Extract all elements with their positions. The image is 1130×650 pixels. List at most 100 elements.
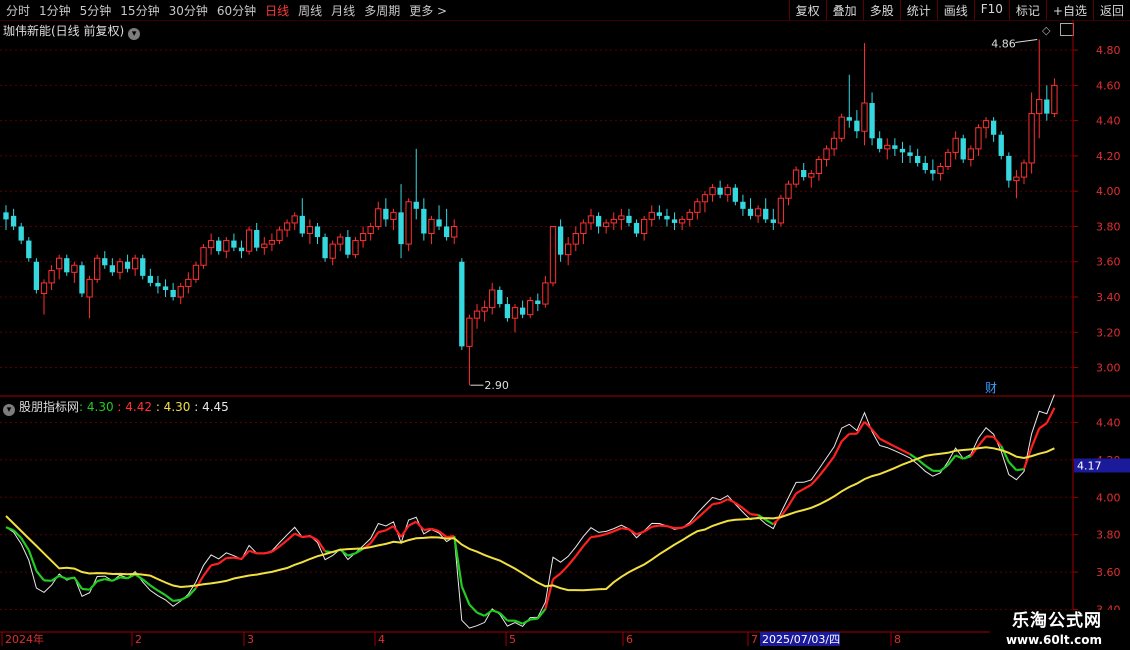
indicator-y-tick-label: 4.00 (1096, 491, 1121, 504)
indicator-fast-segment (955, 454, 964, 460)
period-9[interactable]: 多周期 (364, 2, 400, 19)
period-1[interactable]: 1分钟 (39, 2, 71, 19)
indicator-value-4: : 4.45 (194, 400, 229, 414)
candle-body-up (952, 137, 959, 153)
chart-canvas[interactable]: 4.80 4.60 4.40 4.20 4.00 3.80 3.60 3.40 3.20 3.00… (0, 0, 1130, 650)
panel-toggle-icon[interactable] (1060, 23, 1074, 36)
candle-body-up (192, 264, 200, 280)
indicator-fast-segment (483, 609, 493, 617)
period-6[interactable]: 日线 (265, 2, 289, 19)
candle-body-up (754, 208, 762, 217)
main-y-tick-label: 3.80 (1096, 220, 1121, 233)
diamond-icon[interactable]: ◇ (1042, 24, 1050, 37)
candle-body-up (785, 183, 792, 199)
watermark-url: www.60lt.com (1005, 633, 1102, 647)
main-y-tick-label: 3.60 (1096, 256, 1121, 269)
candle-body-down (459, 261, 465, 347)
candle-body-up (701, 194, 709, 203)
candle-body-up (603, 222, 610, 227)
candle-body-down (314, 226, 321, 238)
indicator-y-tick-label: 4.40 (1096, 416, 1121, 429)
candle-body-up (792, 169, 800, 185)
chevron-down-icon[interactable]: ▾ (128, 28, 141, 40)
indicator-fast-segment (840, 433, 851, 443)
candle-body-up (618, 215, 625, 220)
period-0[interactable]: 分时 (6, 2, 30, 19)
candle-body-up (489, 289, 496, 309)
candle-body-up (94, 257, 101, 280)
candle-body-up (200, 247, 207, 266)
candle-body-down (595, 215, 602, 227)
indicator-fast-segment (712, 501, 721, 506)
candle-body-up (185, 278, 192, 287)
candle-body-up (572, 233, 579, 245)
candle-body-up (473, 310, 481, 319)
candle-body-up (944, 151, 952, 168)
candle-body-down (254, 229, 260, 248)
indicator-fast-segment (218, 557, 227, 565)
indicator-fast-segment (194, 575, 205, 589)
indicator-fast-segment (522, 618, 531, 625)
candle-body-down (102, 258, 108, 266)
candle-body-down (557, 226, 564, 255)
x-label: 8 (894, 633, 901, 646)
tool-button-4[interactable]: 画线 (936, 0, 974, 20)
indicator-fast-segment (491, 609, 501, 615)
indicator-fast-segment (81, 587, 90, 591)
tool-button-2[interactable]: 多股 (862, 0, 900, 20)
event-marker: 财 (985, 381, 997, 395)
period-8[interactable]: 月线 (331, 2, 355, 19)
indicator-fast-segment (400, 524, 410, 538)
chevron-down-icon[interactable]: ▾ (3, 404, 15, 416)
candle-body-down (535, 300, 541, 305)
indicator-fast-segment (460, 586, 471, 606)
tool-button-6[interactable]: 标记 (1008, 0, 1046, 20)
tool-button-8[interactable]: 返回 (1092, 0, 1130, 20)
indicator-fast-segment (574, 545, 585, 557)
indicator-fast-segment (271, 545, 281, 553)
current-value-label: 4.17 (1077, 459, 1102, 472)
candle-body-down (504, 304, 511, 319)
indicator-fast-segment (202, 564, 213, 577)
period-5[interactable]: 60分钟 (217, 2, 256, 19)
candle-body-up (678, 218, 686, 224)
indicator-fast-segment (719, 498, 729, 504)
period-10[interactable]: 更多 > (409, 2, 447, 19)
indicator-fast-segment (1022, 447, 1033, 470)
period-3[interactable]: 15分钟 (120, 2, 159, 19)
indicator-fast-segment (901, 449, 911, 456)
candle-body-up (861, 102, 868, 132)
indicator-fast-segment (643, 525, 653, 533)
candle-body-down (633, 222, 640, 234)
indicator-fast-segment (689, 517, 699, 526)
period-7[interactable]: 周线 (298, 2, 322, 19)
indicator-fast-segment (863, 420, 873, 431)
tool-button-3[interactable]: 统计 (899, 0, 937, 20)
tool-button-7[interactable]: +自选 (1045, 0, 1093, 20)
period-selector: 分时 1分钟 5分钟 15分钟 30分钟 60分钟 日线 周线 月线 多周期 更多 > (6, 2, 456, 19)
indicator-fast-segment (894, 445, 903, 452)
candle-body-up (694, 201, 701, 213)
tool-button-1[interactable]: 叠加 (825, 0, 863, 20)
indicator-fast-segment (924, 464, 934, 472)
indicator-fast-segment (992, 436, 1003, 447)
main-y-tick-label: 4.60 (1096, 79, 1121, 92)
indicator-fast-segment (35, 570, 45, 582)
period-4[interactable]: 30分钟 (169, 2, 208, 19)
indicator-fast-segment (636, 530, 645, 536)
indicator-fast-segment (787, 492, 798, 507)
tool-button-0[interactable]: 复权 (788, 0, 826, 20)
period-2[interactable]: 5分钟 (80, 2, 112, 19)
candle-body-up (549, 225, 557, 284)
indicator-fast-segment (339, 548, 349, 557)
candle-body-down (216, 240, 222, 252)
candle-body-up (580, 222, 587, 235)
candle-body-down (922, 162, 928, 171)
date-label: 2025/07/03/四 (762, 633, 840, 646)
indicator-fast-segment (172, 598, 181, 603)
x-label: 7 (751, 633, 758, 646)
indicator-fast-segment (833, 440, 843, 458)
tool-button-5[interactable]: F10 (973, 0, 1009, 20)
candle-body-down (421, 208, 427, 234)
stock-title[interactable]: 珈伟新能(日线 前复权) ▾ (3, 22, 141, 40)
